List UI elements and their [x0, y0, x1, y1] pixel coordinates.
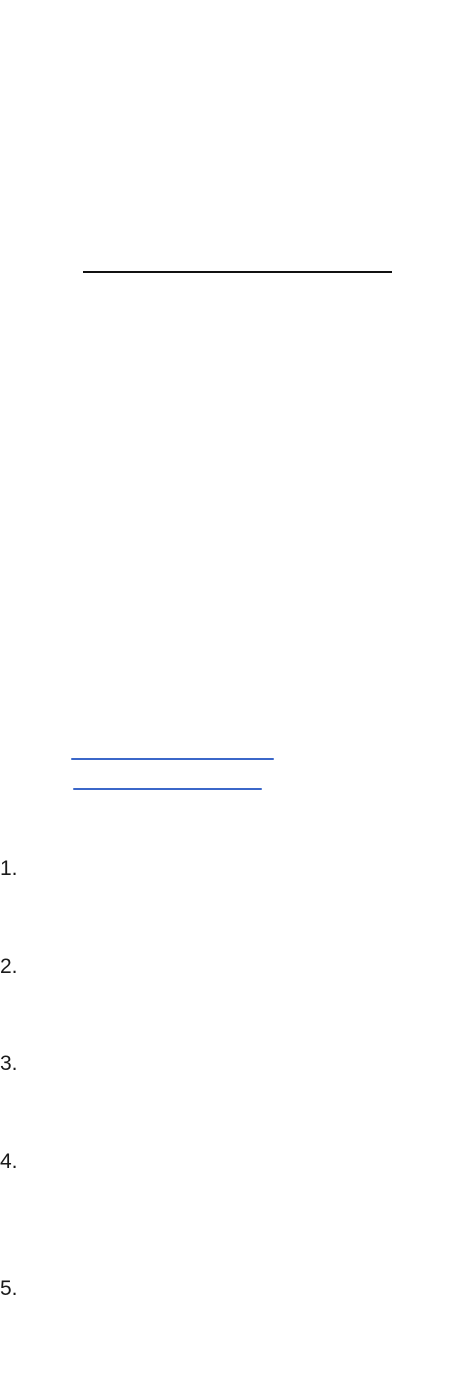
- list-marker-3: 3.: [0, 1052, 18, 1075]
- list-marker-4: 4.: [0, 1150, 18, 1173]
- title-underline: [83, 271, 392, 273]
- list-marker-1: 1.: [0, 857, 18, 880]
- link-underline-1[interactable]: [71, 758, 274, 760]
- link-underline-2[interactable]: [73, 788, 262, 790]
- document-page: 1. 2. 3. 4. 5.: [0, 0, 450, 1376]
- list-marker-2: 2.: [0, 955, 18, 978]
- list-marker-5: 5.: [0, 1277, 18, 1300]
